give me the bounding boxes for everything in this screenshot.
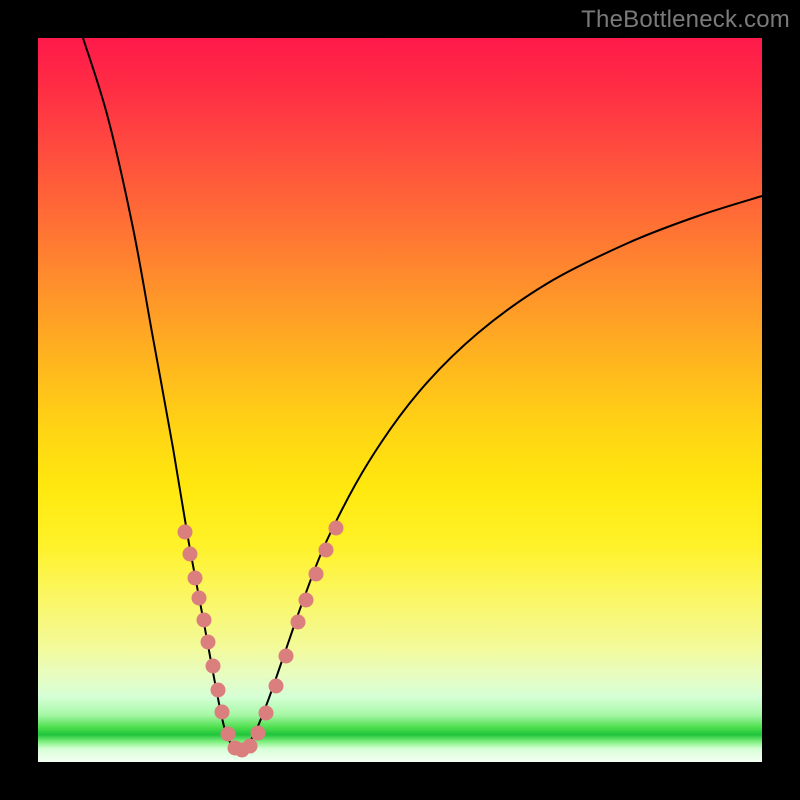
data-dot xyxy=(188,571,203,586)
data-dot xyxy=(183,547,198,562)
v-curve-path xyxy=(83,38,762,750)
data-dot xyxy=(215,705,230,720)
data-dot xyxy=(251,726,266,741)
data-dot xyxy=(309,567,324,582)
data-dot xyxy=(221,727,236,742)
chart-frame: TheBottleneck.com xyxy=(0,0,800,800)
data-dot xyxy=(206,659,221,674)
data-dot xyxy=(329,521,344,536)
data-dot xyxy=(319,543,334,558)
data-dot xyxy=(279,649,294,664)
data-dot xyxy=(299,593,314,608)
data-dot xyxy=(269,679,284,694)
curve-svg xyxy=(38,38,762,762)
data-dot xyxy=(201,635,216,650)
data-dot xyxy=(211,683,226,698)
data-dot xyxy=(291,615,306,630)
data-dot xyxy=(197,613,212,628)
data-dot xyxy=(192,591,207,606)
plot-area xyxy=(38,38,762,762)
data-dot xyxy=(259,706,274,721)
data-dot xyxy=(178,525,193,540)
data-dot xyxy=(243,739,258,754)
watermark-text: TheBottleneck.com xyxy=(581,6,790,34)
